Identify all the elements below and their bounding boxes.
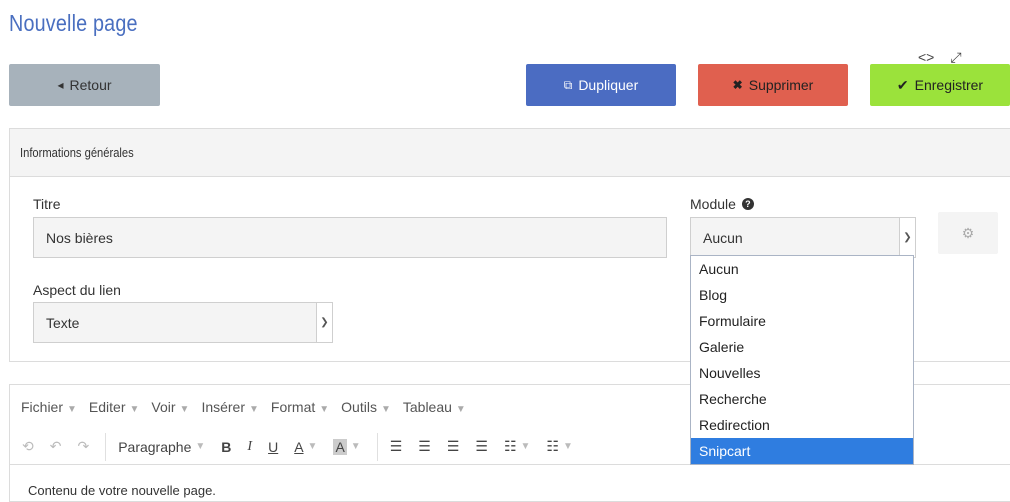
check-icon: ✔ [896,76,909,93]
history-icon[interactable]: ⟲ [22,438,34,455]
module-option[interactable]: Redirection [691,412,913,438]
format-select[interactable]: Paragraphe ▼ [118,439,205,455]
align-center-icon[interactable]: ☰ [418,438,431,455]
link-aspect-value: Texte [46,314,80,331]
save-button-label: Enregistrer [914,77,984,93]
close-icon: ✖ [732,78,743,92]
toolbar-right-group: <> ⤢ [918,49,962,66]
module-label-wrap: Module ? [690,196,754,212]
link-aspect-label: Aspect du lien [33,282,121,298]
background-color-icon[interactable]: A ▼ [333,438,361,455]
bold-icon[interactable]: B [221,439,231,455]
save-button[interactable]: ✔ Enregistrer [870,64,1010,106]
panel-header: Informations générales [10,129,1010,177]
module-option[interactable]: Recherche [691,386,913,412]
link-aspect-select[interactable]: Texte ❯ [33,302,333,343]
menu-format[interactable]: Format ▼ [271,399,329,415]
align-left-icon[interactable]: ☰ [390,438,403,455]
gear-icon: ⚙ [961,224,975,241]
numbered-list-icon[interactable]: ☷ ▼ [546,438,572,455]
module-option[interactable]: Galerie [691,334,913,360]
menu-insert[interactable]: Insérer ▼ [201,399,258,415]
module-dropdown: Aucun Blog Formulaire Galerie Nouvelles … [690,255,914,465]
menu-edit[interactable]: Editer ▼ [89,399,139,415]
redo-icon[interactable]: ↷ [77,438,89,455]
back-button[interactable]: ◂ Retour [9,64,160,106]
page-title: Nouvelle page [9,10,138,36]
module-select[interactable]: Aucun ❯ [690,217,916,258]
align-justify-icon[interactable]: ☰ [475,438,488,455]
back-button-label: Retour [69,77,112,93]
menu-view[interactable]: Voir ▼ [151,399,189,415]
italic-icon[interactable]: I [247,439,252,455]
title-input[interactable]: Nos bières [33,217,667,258]
module-option-highlighted[interactable]: Snipcart [691,438,913,464]
panel-heading: Informations générales [20,145,134,160]
fullscreen-icon[interactable]: ⤢ [950,49,961,66]
delete-button-label: Supprimer [748,77,814,93]
menu-file[interactable]: Fichier ▼ [21,399,77,415]
source-code-icon[interactable]: <> [918,49,934,66]
title-input-value: Nos bières [46,229,113,246]
underline-icon[interactable]: U [268,439,278,455]
chevron-left-icon: ◂ [57,78,64,92]
chevron-down-icon: ❯ [316,303,332,342]
duplicate-button-label: Dupliquer [578,77,639,93]
title-label: Titre [33,196,61,212]
editor-content[interactable]: Contenu de votre nouvelle page. [10,465,1010,498]
text-color-icon[interactable]: A ▼ [294,439,317,455]
module-option[interactable]: Aucun [691,256,913,282]
toolbar-divider [376,432,378,461]
chevron-down-icon: ❯ [899,218,915,257]
menu-tools[interactable]: Outils ▼ [341,399,391,415]
copy-icon: ⧉ [563,77,573,92]
undo-icon[interactable]: ↶ [50,438,62,455]
align-right-icon[interactable]: ☰ [447,438,460,455]
help-icon: ? [741,198,754,210]
module-option[interactable]: Formulaire [691,308,913,334]
menu-table[interactable]: Tableau ▼ [403,399,466,415]
duplicate-button[interactable]: ⧉ Dupliquer [526,64,676,106]
module-select-value: Aucun [703,229,743,246]
module-settings-button[interactable]: ⚙ [938,212,998,254]
toolbar-divider [105,432,107,461]
delete-button[interactable]: ✖ Supprimer [698,64,848,106]
module-option[interactable]: Blog [691,282,913,308]
module-option[interactable]: Nouvelles [691,360,913,386]
bullet-list-icon[interactable]: ☷ ▼ [504,438,530,455]
module-label: Module [690,196,736,212]
